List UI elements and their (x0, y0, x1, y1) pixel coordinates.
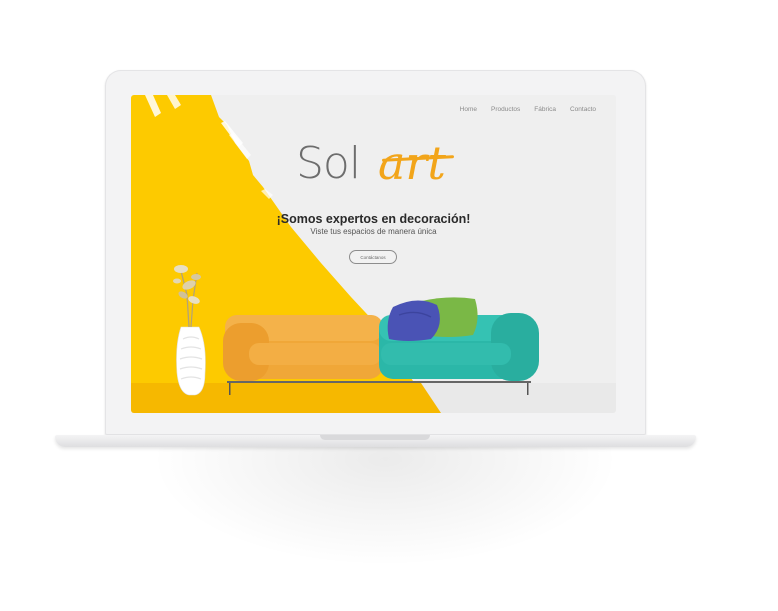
laptop-base (55, 435, 696, 447)
nav-fabrica-link[interactable]: Fábrica (534, 106, 556, 113)
hero-headline: ¡Somos expertos en decoración! (276, 212, 471, 226)
solart-logo: Sol art (296, 136, 466, 202)
logo-text-sol: Sol (296, 138, 361, 189)
laptop-notch (320, 435, 430, 440)
nav-productos-link[interactable]: Productos (491, 106, 520, 113)
laptop-lid: Home Productos Fábrica Contacto Sol art … (105, 70, 646, 435)
nav-contacto-link[interactable]: Contacto (570, 106, 596, 113)
nav-home-link[interactable]: Home (460, 106, 477, 113)
laptop-shadow (150, 447, 620, 567)
contact-cta-button[interactable]: Contáctanos (349, 250, 397, 264)
logo-text-art: art (378, 136, 446, 190)
laptop-screen: Home Productos Fábrica Contacto Sol art … (131, 95, 616, 413)
hero-subheadline: Viste tus espacios de manera única (310, 227, 437, 236)
main-nav: Home Productos Fábrica Contacto (460, 106, 596, 113)
